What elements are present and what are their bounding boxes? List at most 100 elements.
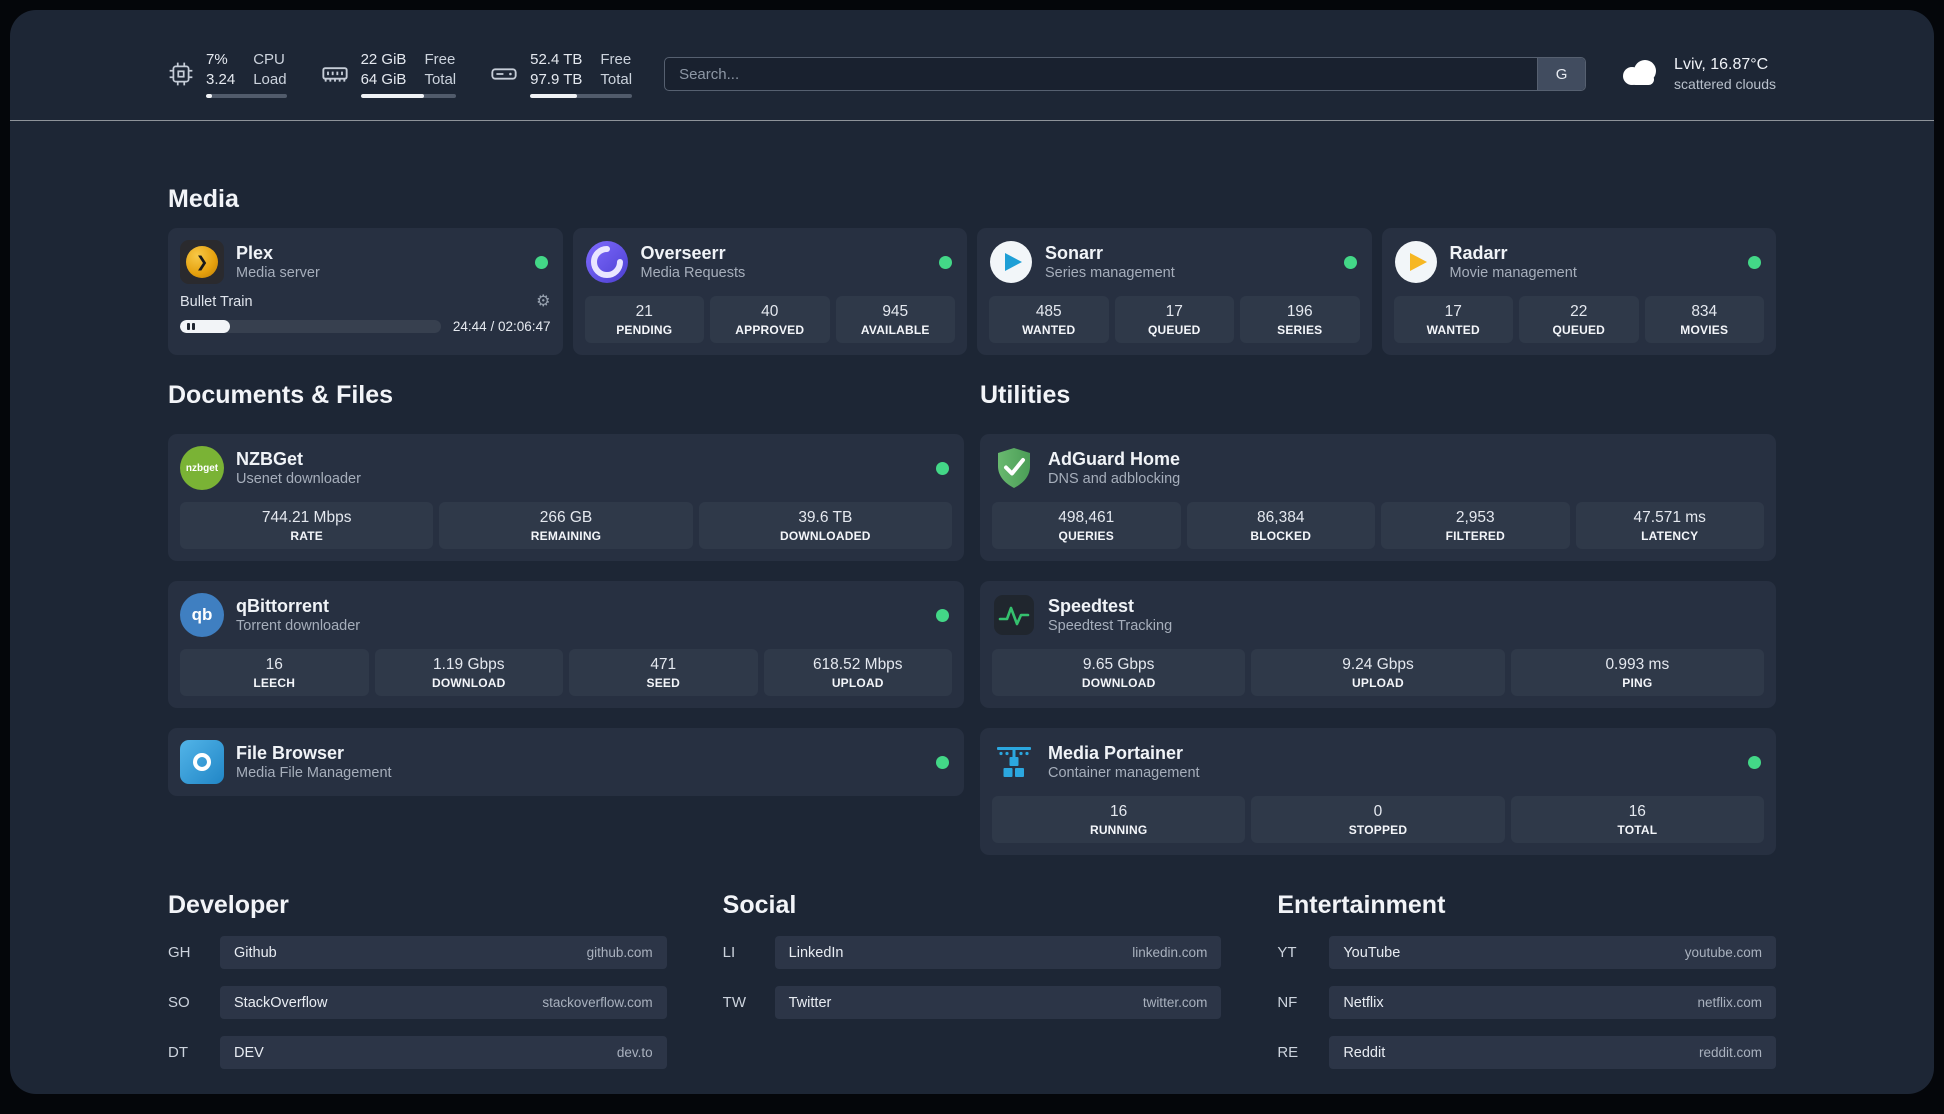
bookmark-row: YT YouTube youtube.com xyxy=(1277,936,1776,969)
bookmark-abbr: SO xyxy=(168,994,190,1011)
cpu-load-value: 3.24 xyxy=(206,70,236,88)
bookmark-github[interactable]: Github github.com xyxy=(220,936,667,969)
plex-icon: ❯ xyxy=(180,240,224,284)
memory-icon xyxy=(321,60,349,88)
playback-progress-bar[interactable] xyxy=(180,320,441,333)
section-developer: Developer GH Github github.com SO StackO… xyxy=(168,891,667,1069)
cpu-usage-label: CPU xyxy=(253,51,285,68)
now-playing-title: Bullet Train xyxy=(180,294,253,310)
pause-icon[interactable] xyxy=(187,323,190,330)
card-qbittorrent[interactable]: qb qBittorrent Torrent downloader 16 LEE… xyxy=(168,581,964,708)
bookmark-row: NF Netflix netflix.com xyxy=(1277,986,1776,1019)
memory-progress-bar xyxy=(360,94,457,98)
nzbget-status-dot xyxy=(936,461,949,475)
stat-queued: 17 QUEUED xyxy=(1114,296,1234,343)
adguard-name: AdGuard Home xyxy=(1048,448,1181,469)
qbittorrent-description: Torrent downloader xyxy=(236,618,361,635)
card-plex[interactable]: ❯ Plex Media server Bullet Train ⚙ 24:44… xyxy=(168,228,563,355)
portainer-icon xyxy=(992,740,1036,784)
weather-condition: scattered clouds xyxy=(1674,76,1776,93)
bookmark-row: GH Github github.com xyxy=(168,936,667,969)
card-sonarr[interactable]: Sonarr Series management 485 WANTED 17 Q… xyxy=(977,228,1372,355)
qbittorrent-icon: qb xyxy=(180,593,224,637)
bookmark-reddit[interactable]: Reddit reddit.com xyxy=(1329,1036,1776,1069)
disk-progress-fill xyxy=(530,94,578,98)
portainer-description: Container management xyxy=(1048,765,1200,782)
search-bar[interactable]: G xyxy=(664,57,1587,91)
adguard-icon xyxy=(992,446,1036,490)
disk-progress-bar xyxy=(530,94,633,98)
sonarr-status-dot xyxy=(1343,255,1357,269)
filebrowser-description: Media File Management xyxy=(236,765,392,782)
card-portainer[interactable]: Media Portainer Container management 16 … xyxy=(980,728,1776,855)
weather-location: Lviv, 16.87°C xyxy=(1674,55,1769,73)
memory-widget: 22 GiB 64 GiB Free Total xyxy=(321,50,457,98)
cpu-progress-bar xyxy=(206,94,287,98)
cpu-progress-fill xyxy=(206,94,212,98)
stat-available: 945 AVAILABLE xyxy=(835,296,955,343)
bookmark-abbr: RE xyxy=(1277,1044,1299,1061)
bookmark-abbr: TW xyxy=(722,994,746,1011)
stat-stopped: 0 STOPPED xyxy=(1251,796,1505,843)
cpu-icon xyxy=(168,61,194,87)
bookmark-dev[interactable]: DEV dev.to xyxy=(220,1036,667,1069)
bookmark-row: LI LinkedIn linkedin.com xyxy=(723,936,1222,969)
bookmark-row: RE Reddit reddit.com xyxy=(1277,1036,1776,1069)
card-filebrowser[interactable]: File Browser Media File Management xyxy=(168,728,964,796)
cpu-readout: 7% 3.24 CPU Load xyxy=(206,50,287,98)
bookmark-stackoverflow[interactable]: StackOverflow stackoverflow.com xyxy=(220,986,667,1019)
section-documents: Documents & Files nzbget NZBGet Usenet d… xyxy=(168,381,964,796)
bookmark-twitter[interactable]: Twitter twitter.com xyxy=(774,986,1222,1019)
speedtest-description: Speedtest Tracking xyxy=(1048,618,1173,635)
weather-widget: Lviv, 16.87°C scattered clouds xyxy=(1618,55,1776,94)
disk-widget: 52.4 TB 97.9 TB Free Total xyxy=(490,50,633,98)
filebrowser-status-dot xyxy=(936,755,949,769)
bookmark-abbr: GH xyxy=(168,944,191,961)
cpu-widget: 7% 3.24 CPU Load xyxy=(168,50,287,98)
stat-queued: 22 QUEUED xyxy=(1519,296,1639,343)
card-radarr[interactable]: Radarr Movie management 17 WANTED 22 QUE… xyxy=(1381,228,1776,355)
card-adguard[interactable]: AdGuard Home DNS and adblocking 498,461 … xyxy=(980,434,1776,561)
section-media: Media ❯ Plex Media server Bullet Train ⚙… xyxy=(10,185,1934,355)
stat-ping: 0.993 ms PING xyxy=(1510,649,1764,696)
plex-name: Plex xyxy=(236,242,274,263)
memory-total-label: Total xyxy=(424,70,457,88)
card-nzbget[interactable]: nzbget NZBGet Usenet downloader 744.21 M… xyxy=(168,434,964,561)
radarr-name: Radarr xyxy=(1449,242,1508,263)
plex-description: Media server xyxy=(236,265,320,282)
memory-free-value: 22 GiB xyxy=(360,51,407,68)
bookmark-abbr: DT xyxy=(168,1044,188,1061)
bookmark-youtube[interactable]: YouTube youtube.com xyxy=(1329,936,1776,969)
stat-series: 196 SERIES xyxy=(1240,296,1360,343)
stat-queries: 498,461 QUERIES xyxy=(992,502,1181,549)
disk-total-value: 97.9 TB xyxy=(530,70,583,88)
memory-readout: 22 GiB 64 GiB Free Total xyxy=(360,50,457,98)
cloud-icon xyxy=(1618,55,1662,92)
plex-status-dot xyxy=(534,255,548,269)
gear-icon[interactable]: ⚙ xyxy=(536,294,550,310)
stat-pending: 21 PENDING xyxy=(584,296,704,343)
section-social: Social LI LinkedIn linkedin.com TW Twitt… xyxy=(723,891,1222,1069)
stat-movies: 834 MOVIES xyxy=(1644,296,1764,343)
bookmark-linkedin[interactable]: LinkedIn linkedin.com xyxy=(774,936,1222,969)
search-provider-button[interactable]: G xyxy=(1537,58,1586,90)
card-overseerr[interactable]: Overseerr Media Requests 21 PENDING 40 A… xyxy=(572,228,967,355)
stat-filtered: 2,953 FILTERED xyxy=(1381,502,1570,549)
dashboard-app: 7% 3.24 CPU Load 22 GiB 64 GiB Free Tota… xyxy=(10,10,1934,1094)
disk-total-label: Total xyxy=(600,70,633,88)
bookmark-abbr: NF xyxy=(1277,994,1298,1011)
speedtest-name: Speedtest xyxy=(1048,595,1135,616)
stat-upload: 618.52 Mbps UPLOAD xyxy=(763,649,952,696)
stat-running: 16 RUNNING xyxy=(992,796,1246,843)
search-input[interactable] xyxy=(665,58,1538,90)
section-entertainment: Entertainment YT YouTube youtube.com NF … xyxy=(1277,891,1776,1069)
bookmark-netflix[interactable]: Netflix netflix.com xyxy=(1329,986,1776,1019)
section-utilities: Utilities AdGuard Home DNS and adblockin… xyxy=(980,381,1776,855)
cpu-load-label: Load xyxy=(253,70,287,88)
social-heading: Social xyxy=(722,891,797,919)
card-speedtest[interactable]: Speedtest Speedtest Tracking 9.65 Gbps D… xyxy=(980,581,1776,708)
nzbget-description: Usenet downloader xyxy=(236,471,361,488)
playback-time: 24:44 / 02:06:47 xyxy=(452,319,551,334)
nzbget-name: NZBGet xyxy=(236,448,303,469)
overseerr-icon xyxy=(585,240,629,284)
